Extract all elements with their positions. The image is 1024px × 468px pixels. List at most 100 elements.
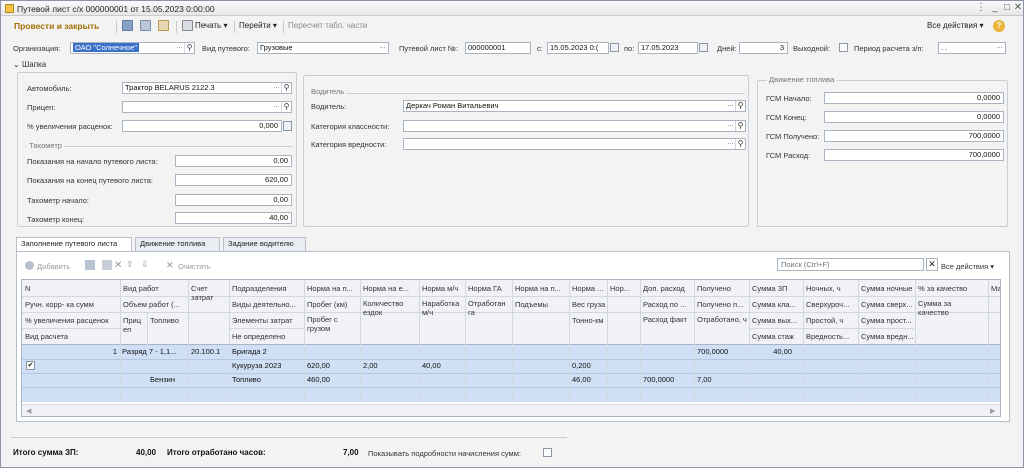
add-button[interactable]: Добавить (37, 262, 70, 271)
print-button[interactable]: Печать ▾ (195, 21, 227, 30)
fuel-start-field[interactable]: 0,0000 (824, 92, 1004, 104)
cell-cargo-weight[interactable]: 0,200 (572, 361, 591, 371)
taco-end-field[interactable]: 40,00 (175, 212, 292, 224)
class-field[interactable]: ... ⚲ (403, 120, 746, 132)
fuel-spent-field[interactable]: 700,0000 (824, 149, 1004, 161)
cell-activity[interactable]: Кукуруза 2023 (232, 361, 281, 371)
clear-button[interactable]: Очистить (178, 262, 211, 271)
col-class-sum[interactable]: Сумма кла... (752, 300, 802, 309)
start-reading-field[interactable]: 0,00 (175, 155, 292, 167)
col-cost-elements[interactable]: Элементы затрат (232, 316, 303, 325)
col-quality-sum[interactable]: Сумма за качество (918, 299, 978, 317)
cell-runtime[interactable]: 40,00 (422, 361, 441, 371)
col-harmfulness[interactable]: Вредность... (806, 332, 857, 341)
cell-trips[interactable]: 2,00 (363, 361, 378, 371)
cell-account[interactable]: 20.100.1 (191, 347, 220, 357)
post-and-close-button[interactable]: Провести и закрыть (14, 21, 99, 31)
cell-worked-hours[interactable]: 7,00 (697, 375, 712, 385)
col-idle-sum[interactable]: Сумма прост... (861, 316, 914, 325)
col-worked-ha[interactable]: Отработан га (468, 299, 511, 317)
col-department[interactable]: Подразделения (232, 284, 287, 293)
auto-field[interactable]: Трактор BELARUS 2122.3 ... ⚲ (122, 82, 292, 94)
clear-search-icon[interactable]: ✕ (926, 258, 938, 271)
section-toggle[interactable]: ⌄ Шапка (13, 60, 46, 69)
copy-icon[interactable] (85, 260, 95, 270)
col-night-hours[interactable]: Ночных, ч (806, 284, 857, 293)
calculator-icon[interactable] (283, 121, 292, 131)
col-worked-hours[interactable]: Отработано, ч (697, 315, 748, 324)
col-work-volume[interactable]: Объем работ (... (123, 300, 187, 309)
trailer-field[interactable]: ... ⚲ (122, 101, 292, 113)
col-norm-lift[interactable]: Норма на п... (515, 284, 568, 293)
harm-field[interactable]: ... ⚲ (403, 138, 746, 150)
col-extra[interactable]: Ма (991, 284, 1000, 293)
calendar-icon[interactable] (699, 43, 708, 52)
edit-icon[interactable] (102, 260, 112, 270)
col-received-2[interactable]: Получено п... (697, 300, 748, 309)
col-mileage-loaded[interactable]: Пробег с грузом (307, 315, 359, 333)
tab-fill[interactable]: Заполнение путевого листа (16, 237, 132, 252)
col-weekend-sum[interactable]: Сумма вых... (752, 316, 802, 325)
recalc-button[interactable]: Пересчет табл. части (288, 21, 367, 30)
cell-department[interactable]: Бригада 2 (232, 347, 267, 357)
cell-actual-consumption[interactable]: 700,0000 (643, 375, 674, 385)
cell-ton-km[interactable]: 46,00 (572, 375, 591, 385)
col-ton-km[interactable]: Тонно-км (572, 316, 638, 325)
col-cost-account[interactable]: Счет затрат (191, 284, 228, 302)
cell-cost-element[interactable]: Топливо (232, 375, 261, 385)
delete-icon[interactable]: ✕ (114, 260, 122, 271)
details-checkbox[interactable] (543, 448, 552, 457)
col-norm-km[interactable]: Норма на п... (307, 284, 359, 293)
search-input[interactable] (777, 258, 924, 271)
date-to-field[interactable]: 17.05.2023 (638, 42, 698, 54)
date-from-field[interactable]: 15.05.2023 0:( (547, 42, 609, 54)
col-fuel[interactable]: Топливо (150, 316, 187, 325)
col-overtime[interactable]: Сверхуроч... (806, 300, 857, 309)
move-down-icon[interactable]: ⇩ (141, 259, 149, 270)
col-calc-type[interactable]: Вид расчета (25, 332, 68, 341)
col-tenure-sum[interactable]: Сумма стаж (752, 332, 802, 341)
taco-start-field[interactable]: 0,00 (175, 194, 292, 206)
cell-work-type[interactable]: Разряд 7 - 1,1... (122, 347, 187, 357)
col-idle-hours[interactable]: Простой, ч (806, 316, 857, 325)
col-trailer[interactable]: Приц еп (123, 316, 146, 334)
cell-mileage-loaded[interactable]: 460,00 (307, 375, 330, 385)
calendar-icon[interactable] (610, 43, 619, 52)
col-norm-trip[interactable]: Норма на е... (363, 284, 418, 293)
minimize-icon[interactable]: _ (989, 2, 1001, 14)
col-norm-other[interactable]: Норма ... (572, 284, 606, 293)
col-norm-extra[interactable]: Нор... (610, 284, 639, 293)
cell-received[interactable]: 700,0000 (697, 347, 728, 357)
col-activity[interactable]: Виды деятельно... (232, 300, 303, 309)
col-norm-ha[interactable]: Норма ГА (468, 284, 511, 293)
col-rate-increase[interactable]: % увеличения расценок (25, 316, 119, 325)
help-icon[interactable]: ? (993, 20, 1005, 32)
cell-salary-sum[interactable]: 40,00 (752, 347, 792, 357)
col-actual-consumption[interactable]: Расход факт (643, 315, 693, 324)
grid-all-actions-button[interactable]: Все действия ▾ (941, 262, 994, 271)
col-trips[interactable]: Количество ездок (363, 299, 418, 317)
post-icon[interactable] (140, 20, 151, 31)
col-work-type[interactable]: Вид работ (123, 284, 159, 293)
period-field[interactable]: . . ... (938, 42, 1006, 54)
col-quality-percent[interactable]: % за качество (918, 284, 987, 293)
rate-field[interactable]: 0,000 (122, 120, 282, 132)
col-lifts[interactable]: Подъемы (515, 300, 568, 309)
cell-mileage[interactable]: 620,00 (307, 361, 330, 371)
days-field[interactable]: 3 (739, 42, 788, 54)
org-field[interactable]: ОАО "Солнечное" ... ⚲ (70, 42, 195, 54)
all-actions-button[interactable]: Все действия ▾ (927, 21, 984, 30)
kind-field[interactable]: Грузовые ... (257, 42, 389, 54)
col-runtime-mh[interactable]: Наработка м/ч (422, 299, 464, 317)
col-manual-corr[interactable]: Ручн. корр- ка сумм (25, 300, 94, 309)
col-night-sum[interactable]: Сумма ночные (861, 284, 914, 293)
manual-correction-checkbox[interactable]: ✔ (26, 361, 35, 370)
cell-n[interactable]: 1 (82, 347, 117, 357)
col-n[interactable]: N (25, 284, 30, 293)
goto-button[interactable]: Перейти ▾ (239, 21, 277, 30)
col-overtime-sum[interactable]: Сумма сверх... (861, 300, 914, 309)
col-mileage[interactable]: Пробег (км) (307, 300, 359, 309)
menu-icon[interactable]: ⋮ (975, 2, 987, 14)
end-reading-field[interactable]: 620,00 (175, 174, 292, 186)
horizontal-scrollbar[interactable]: ◀ ▶ (22, 404, 1000, 416)
